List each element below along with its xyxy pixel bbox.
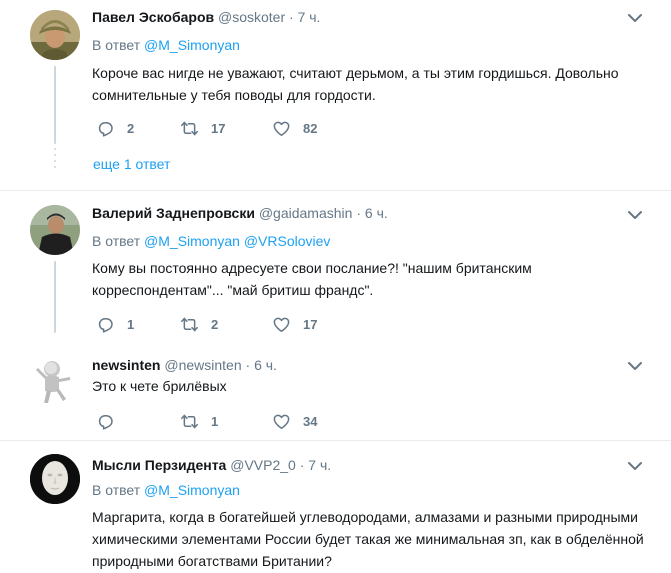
mention-link[interactable]: @VRSoloviev [244, 233, 331, 249]
thread-line [54, 261, 56, 333]
timestamp[interactable]: 6 ч. [365, 205, 388, 221]
timestamp[interactable]: 6 ч. [254, 357, 277, 373]
like-button[interactable]: 17 [272, 314, 317, 334]
tweet-header: newsinten @newsinten · 6 ч. [92, 356, 277, 374]
tweet[interactable]: newsinten @newsinten · 6 ч. Это к чете б… [0, 345, 671, 440]
separator-dot: · [245, 357, 251, 373]
avatar[interactable] [30, 454, 80, 504]
like-count: 82 [303, 120, 318, 136]
show-more-replies-link[interactable]: еще 1 ответ [93, 156, 170, 172]
separator-dot: · [299, 457, 305, 473]
reply-button[interactable]: 1 [96, 314, 134, 334]
separator-dot: · [289, 9, 294, 25]
retweet-icon [180, 412, 199, 431]
heart-icon [272, 315, 291, 334]
reply-context: В ответ @M_Simonyan [92, 36, 240, 54]
heart-icon [272, 119, 291, 138]
tweet-text: Кому вы постоянно адресуете свои послани… [92, 260, 532, 298]
author-name[interactable]: Валерий Заднепровски [92, 205, 255, 221]
retweet-count: 17 [211, 120, 226, 136]
tweet-text: Маргарита, когда в богатейшей углеводоро… [92, 509, 644, 569]
reply-icon [96, 315, 115, 334]
timestamp[interactable]: 7 ч. [298, 9, 321, 25]
tweet-header: Павел Эскобаров @soskoter · 7 ч. [92, 8, 320, 26]
tweet-header: Валерий Заднепровски @gaidamashin · 6 ч. [92, 204, 388, 222]
reply-button[interactable]: 2 [96, 118, 134, 138]
reply-prefix: В ответ [92, 37, 141, 53]
like-count: 17 [303, 316, 318, 332]
reply-button[interactable] [96, 411, 127, 431]
author-name[interactable]: Павел Эскобаров [92, 9, 214, 25]
retweet-button[interactable]: 17 [180, 118, 225, 138]
retweet-icon [180, 119, 199, 138]
tweet[interactable]: Павел Эскобаров @soskoter · 7 ч. В ответ… [0, 0, 671, 190]
retweet-button[interactable]: 2 [180, 314, 218, 334]
tweet[interactable]: Валерий Заднепровски @gaidamashin · 6 ч.… [0, 191, 671, 341]
author-handle[interactable]: @soskoter [218, 9, 285, 25]
author-handle[interactable]: @newsinten [164, 357, 241, 373]
thread-dots [54, 148, 56, 172]
retweet-count: 2 [211, 316, 219, 332]
tweet[interactable]: Мысли Перзидента @VVP2_0 · 7 ч. В ответ … [0, 441, 671, 573]
avatar[interactable] [30, 205, 80, 255]
retweet-button[interactable]: 1 [180, 411, 218, 431]
like-count: 34 [303, 413, 318, 429]
reply-prefix: В ответ [92, 233, 141, 249]
chevron-down-icon[interactable] [627, 209, 643, 221]
chevron-down-icon[interactable] [627, 460, 643, 472]
reply-count: 1 [127, 316, 135, 332]
timestamp[interactable]: 7 ч. [308, 457, 331, 473]
retweet-icon [180, 315, 199, 334]
like-button[interactable]: 34 [272, 411, 317, 431]
tweet-text: Короче вас нигде не уважают, считают дер… [92, 65, 619, 103]
reply-prefix: В ответ [92, 482, 141, 498]
reply-icon [96, 412, 115, 431]
chevron-down-icon[interactable] [627, 12, 643, 24]
reply-icon [96, 119, 115, 138]
thread-line [54, 66, 56, 144]
reply-count: 2 [127, 120, 135, 136]
reply-context: В ответ @M_Simonyan @VRSoloviev [92, 232, 330, 250]
heart-icon [272, 412, 291, 431]
author-handle[interactable]: @VVP2_0 [230, 457, 296, 473]
mention-link[interactable]: @M_Simonyan [144, 482, 240, 498]
avatar[interactable] [30, 355, 80, 405]
tweet-text: Это к чете брилёвых [92, 378, 227, 394]
reply-context: В ответ @M_Simonyan [92, 481, 240, 499]
mention-link[interactable]: @M_Simonyan [144, 233, 240, 249]
like-button[interactable]: 82 [272, 118, 317, 138]
tweet-header: Мысли Перзидента @VVP2_0 · 7 ч. [92, 456, 331, 474]
mention-link[interactable]: @M_Simonyan [144, 37, 240, 53]
retweet-count: 1 [211, 413, 219, 429]
avatar[interactable] [30, 10, 80, 60]
chevron-down-icon[interactable] [627, 360, 643, 372]
author-handle[interactable]: @gaidamashin [259, 205, 353, 221]
author-name[interactable]: Мысли Перзидента [92, 457, 226, 473]
author-name[interactable]: newsinten [92, 357, 160, 373]
separator-dot: · [356, 205, 362, 221]
